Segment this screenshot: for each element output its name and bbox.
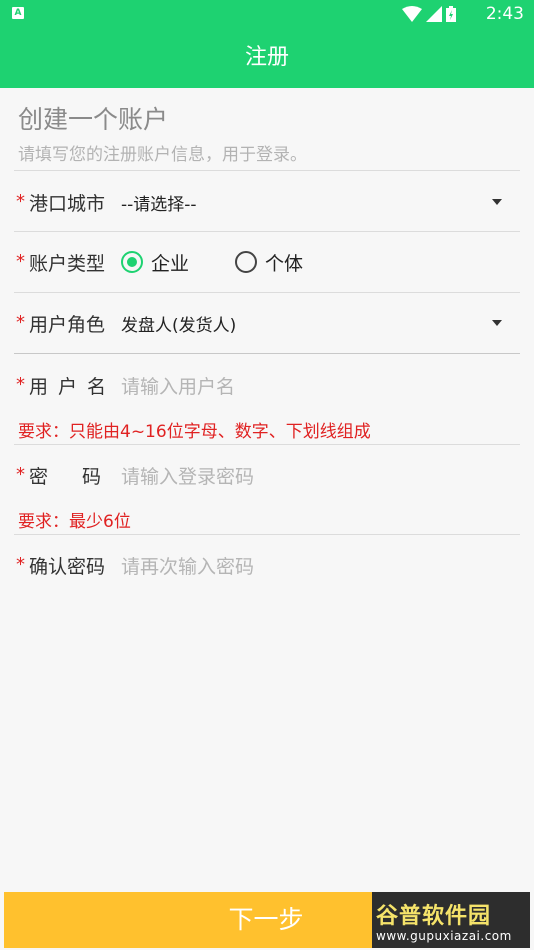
wifi-icon — [402, 6, 422, 22]
battery-icon — [446, 6, 456, 22]
password-label: 密码 — [29, 465, 136, 488]
clock: 2:43 — [485, 4, 524, 24]
password-input[interactable]: 请输入登录密码 — [121, 462, 520, 489]
user-role-select[interactable]: 发盘人(发货人) — [121, 311, 492, 336]
confirm-password-label: 确认密码 — [29, 555, 106, 578]
divider — [14, 353, 520, 354]
required-mark: * — [16, 191, 25, 212]
radio-enterprise[interactable]: 企业 — [121, 249, 189, 276]
account-type-radio-group: 企业 个体 — [121, 249, 349, 276]
watermark: 谷普软件园 www.gupuxiazai.com — [372, 892, 530, 948]
port-city-row[interactable]: * 港口城市 --请选择-- — [14, 172, 520, 232]
notification-icon: A — [12, 7, 24, 19]
password-row[interactable]: * 密码 请输入登录密码 — [14, 445, 520, 505]
watermark-url: www.gupuxiazai.com — [376, 929, 512, 943]
username-row[interactable]: * 用户名 请输入用户名 — [14, 355, 520, 415]
user-role-row[interactable]: * 用户角色 发盘人(发货人) — [14, 293, 520, 353]
confirm-password-row[interactable]: * 确认密码 请再次输入密码 — [14, 535, 520, 595]
radio-enterprise-label[interactable]: 企业 — [151, 249, 189, 276]
radio-unchecked-icon[interactable] — [235, 251, 258, 273]
dropdown-arrow-icon[interactable] — [492, 199, 502, 205]
radio-checked-icon[interactable] — [121, 251, 143, 273]
dropdown-arrow-icon[interactable] — [492, 320, 502, 326]
port-city-select[interactable]: --请选择-- — [121, 190, 492, 215]
account-type-label: 账户类型 — [29, 252, 106, 275]
password-hint: 要求：最少6位 — [18, 512, 131, 532]
required-mark: * — [16, 554, 25, 575]
required-mark: * — [16, 464, 25, 485]
signal-icon — [426, 6, 442, 22]
app-bar: 注册 — [0, 28, 534, 88]
required-mark: * — [16, 374, 25, 395]
port-city-label: 港口城市 — [29, 192, 106, 215]
required-mark: * — [16, 312, 25, 333]
status-bar: A 2:43 — [0, 0, 534, 28]
radio-individual-label[interactable]: 个体 — [265, 249, 303, 276]
username-label: 用户名 — [29, 375, 117, 398]
username-hint: 要求：只能由4~16位字母、数字、下划线组成 — [18, 422, 371, 442]
watermark-logo: 谷普软件园 — [376, 904, 492, 929]
user-role-label: 用户角色 — [29, 313, 106, 336]
section-title: 创建一个账户 — [18, 105, 169, 134]
confirm-password-input[interactable]: 请再次输入密码 — [121, 552, 520, 579]
radio-individual[interactable]: 个体 — [235, 249, 303, 276]
account-type-row: * 账户类型 企业 个体 — [14, 232, 520, 292]
page-title: 注册 — [244, 45, 289, 70]
divider — [14, 170, 520, 171]
required-mark: * — [16, 251, 25, 272]
section-subtitle: 请填写您的注册账户信息，用于登录。 — [18, 145, 307, 165]
username-input[interactable]: 请输入用户名 — [121, 372, 520, 399]
